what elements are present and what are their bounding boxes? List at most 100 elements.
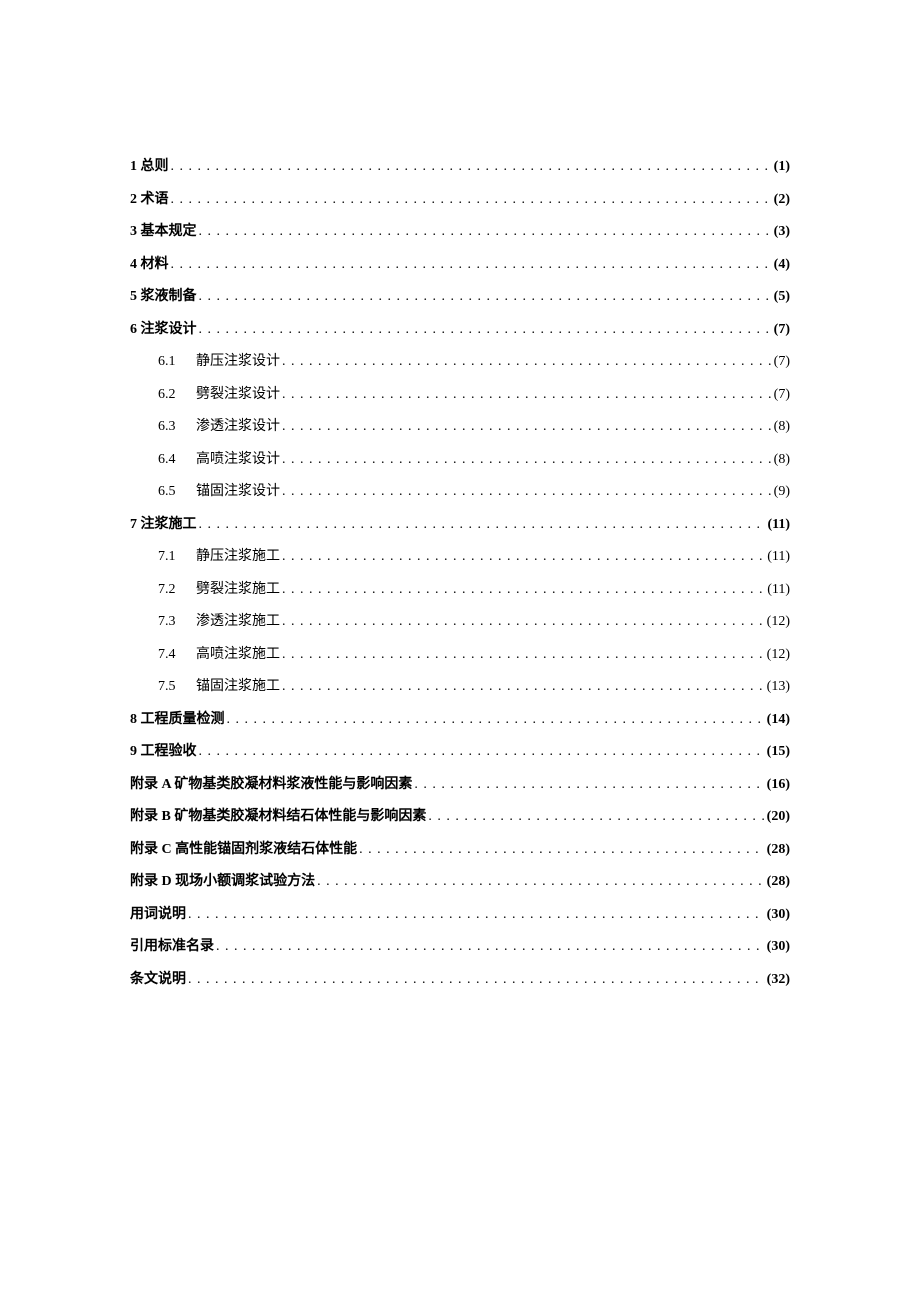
toc-entry: 7.2劈裂注浆施工(11) — [130, 583, 790, 597]
toc-leader-dots — [199, 518, 766, 532]
toc-entry: 附录 B 矿物基类胶凝材料结石体性能与影响因素 (20) — [130, 810, 790, 824]
toc-entry-label: 7.4高喷注浆施工 — [158, 648, 280, 662]
toc-entry-title: 静压注浆设计 — [196, 355, 280, 369]
toc-entry-number: 6.3 — [158, 420, 182, 434]
toc-entry: 附录 C 高性能锚固剂浆液结石体性能 (28) — [130, 843, 790, 857]
toc-entry: 5 浆液制备(5) — [130, 290, 790, 304]
toc-entry-page: (30) — [767, 908, 790, 922]
toc-leader-dots — [171, 193, 772, 207]
toc-entry-label: 1 总则 — [130, 160, 169, 174]
toc-entry-page: (28) — [767, 843, 790, 857]
document-page: 1 总则 (1) 2 术语(2) 3 基本规定 (3) 4 材料 (4) 5 浆液制备(5) 6… — [0, 0, 920, 1301]
toc-entry-label: 附录 B 矿物基类胶凝材料结石体性能与影响因素 — [130, 810, 426, 824]
toc-leader-dots — [282, 355, 772, 369]
toc-leader-dots — [171, 258, 772, 272]
toc-entry-number: 6.5 — [158, 485, 182, 499]
toc-entry-number: 7.1 — [158, 550, 182, 564]
toc-entry-page: (20) — [767, 810, 790, 824]
toc-entry-page: (13) — [767, 680, 790, 694]
toc-entry-page: (7) — [774, 388, 790, 402]
toc-entry: 条文说明(32) — [130, 973, 790, 987]
toc-entry-label: 6.5锚固注浆设计 — [158, 485, 280, 499]
toc-entry-title: 用词说明 — [130, 907, 186, 922]
toc-entry-label: 附录 A 矿物基类胶凝材料浆液性能与影响因素 — [130, 778, 412, 792]
toc-leader-dots — [428, 810, 764, 824]
toc-entry-page: (8) — [774, 420, 790, 434]
toc-entry-title: 1 总则 — [130, 159, 169, 174]
toc-entry-page: (4) — [774, 258, 790, 272]
toc-leader-dots — [282, 550, 765, 564]
toc-entry-title: 9 工程验收 — [130, 744, 197, 759]
toc-leader-dots — [171, 160, 772, 174]
toc-entry-title: 8 工程质量检测 — [130, 712, 225, 727]
toc-entry-label: 7.1 静压注浆施工 — [158, 550, 280, 564]
toc-entry-title: 引用标准名录 — [130, 939, 214, 954]
toc-leader-dots — [227, 713, 765, 727]
toc-entry-label: 8 工程质量检测 — [130, 713, 225, 727]
toc-leader-dots — [282, 420, 772, 434]
toc-entry: 2 术语(2) — [130, 193, 790, 207]
toc-entry-title: 5 浆液制备 — [130, 289, 197, 304]
toc-entry-label: 附录 C 高性能锚固剂浆液结石体性能 — [130, 843, 357, 857]
toc-entry-page: (12) — [767, 615, 790, 629]
toc-entry-page: (1) — [774, 160, 790, 174]
toc-entry-label: 7.2劈裂注浆施工 — [158, 583, 280, 597]
toc-entry-number: 6.2 — [158, 388, 182, 402]
toc-entry-page: (7) — [774, 355, 790, 369]
toc-leader-dots — [282, 485, 772, 499]
toc-entry: 7 注浆施工(11) — [130, 518, 790, 532]
toc-entry-page: (14) — [767, 713, 790, 727]
toc-leader-dots — [282, 648, 765, 662]
toc-entry-page: (28) — [767, 875, 790, 889]
toc-entry-page: (30) — [767, 940, 790, 954]
toc-entry-label: 4 材料 — [130, 258, 169, 272]
toc-entry-page: (8) — [774, 453, 790, 467]
toc-entry-title: 3 基本规定 — [130, 224, 197, 239]
toc-leader-dots — [199, 323, 772, 337]
toc-leader-dots — [188, 973, 765, 987]
toc-entry-label: 6.4高喷注浆设计 — [158, 453, 280, 467]
toc-entry-title: 静压注浆施工 — [196, 550, 280, 564]
toc-entry-title: 渗透注浆施工 — [196, 615, 280, 629]
toc-entry-page: (11) — [767, 550, 790, 564]
toc-leader-dots — [188, 908, 765, 922]
toc-leader-dots — [199, 225, 772, 239]
toc-entry: 6.5锚固注浆设计 (9) — [130, 485, 790, 499]
toc-entry-page: (16) — [767, 778, 790, 792]
toc-entry-page: (9) — [774, 485, 790, 499]
toc-entry: 引用标准名录 (30) — [130, 940, 790, 954]
toc-entry-title: 劈裂注浆设计 — [196, 388, 280, 402]
toc-entry: 4 材料 (4) — [130, 258, 790, 272]
toc-entry: 附录 D 现场小额调浆试验方法(28) — [130, 875, 790, 889]
toc-entry-label: 7.5锚固注浆施工 — [158, 680, 280, 694]
toc-entry-title: 高喷注浆施工 — [196, 648, 280, 662]
toc-leader-dots — [317, 875, 765, 889]
toc-leader-dots — [359, 843, 765, 857]
toc-leader-dots — [282, 680, 765, 694]
toc-entry-title: 7 注浆施工 — [130, 517, 197, 532]
toc-entry: 7.1 静压注浆施工 (11) — [130, 550, 790, 564]
toc-entry: 7.5锚固注浆施工 (13) — [130, 680, 790, 694]
toc-entry: 7.4高喷注浆施工(12) — [130, 648, 790, 662]
toc-entry-title: 2 术语 — [130, 192, 169, 207]
toc-entry-label: 用词说明 — [130, 908, 186, 922]
toc-entry: 3 基本规定 (3) — [130, 225, 790, 239]
toc-leader-dots — [282, 388, 772, 402]
toc-entry-title: 高喷注浆设计 — [196, 453, 280, 467]
toc-entry-title: 4 材料 — [130, 257, 169, 272]
toc-entry-label: 6.1 静压注浆设计 — [158, 355, 280, 369]
toc-entry: 6.1 静压注浆设计 (7) — [130, 355, 790, 369]
toc-entry-label: 7 注浆施工 — [130, 518, 197, 532]
toc-entry-number: 7.5 — [158, 680, 182, 694]
toc-entry: 1 总则 (1) — [130, 160, 790, 174]
toc-entry-page: (15) — [767, 745, 790, 759]
toc-entry-number: 7.2 — [158, 583, 182, 597]
toc-leader-dots — [199, 745, 765, 759]
toc-entry-label: 7.3渗透注浆施工 — [158, 615, 280, 629]
toc-entry-number: 6.1 — [158, 355, 182, 369]
toc-entry-title: 附录 C 高性能锚固剂浆液结石体性能 — [130, 842, 357, 857]
toc-entry-label: 2 术语 — [130, 193, 169, 207]
toc-entry-label: 5 浆液制备 — [130, 290, 197, 304]
toc-entry-title: 渗透注浆设计 — [196, 420, 280, 434]
toc-entry-page: (3) — [774, 225, 790, 239]
